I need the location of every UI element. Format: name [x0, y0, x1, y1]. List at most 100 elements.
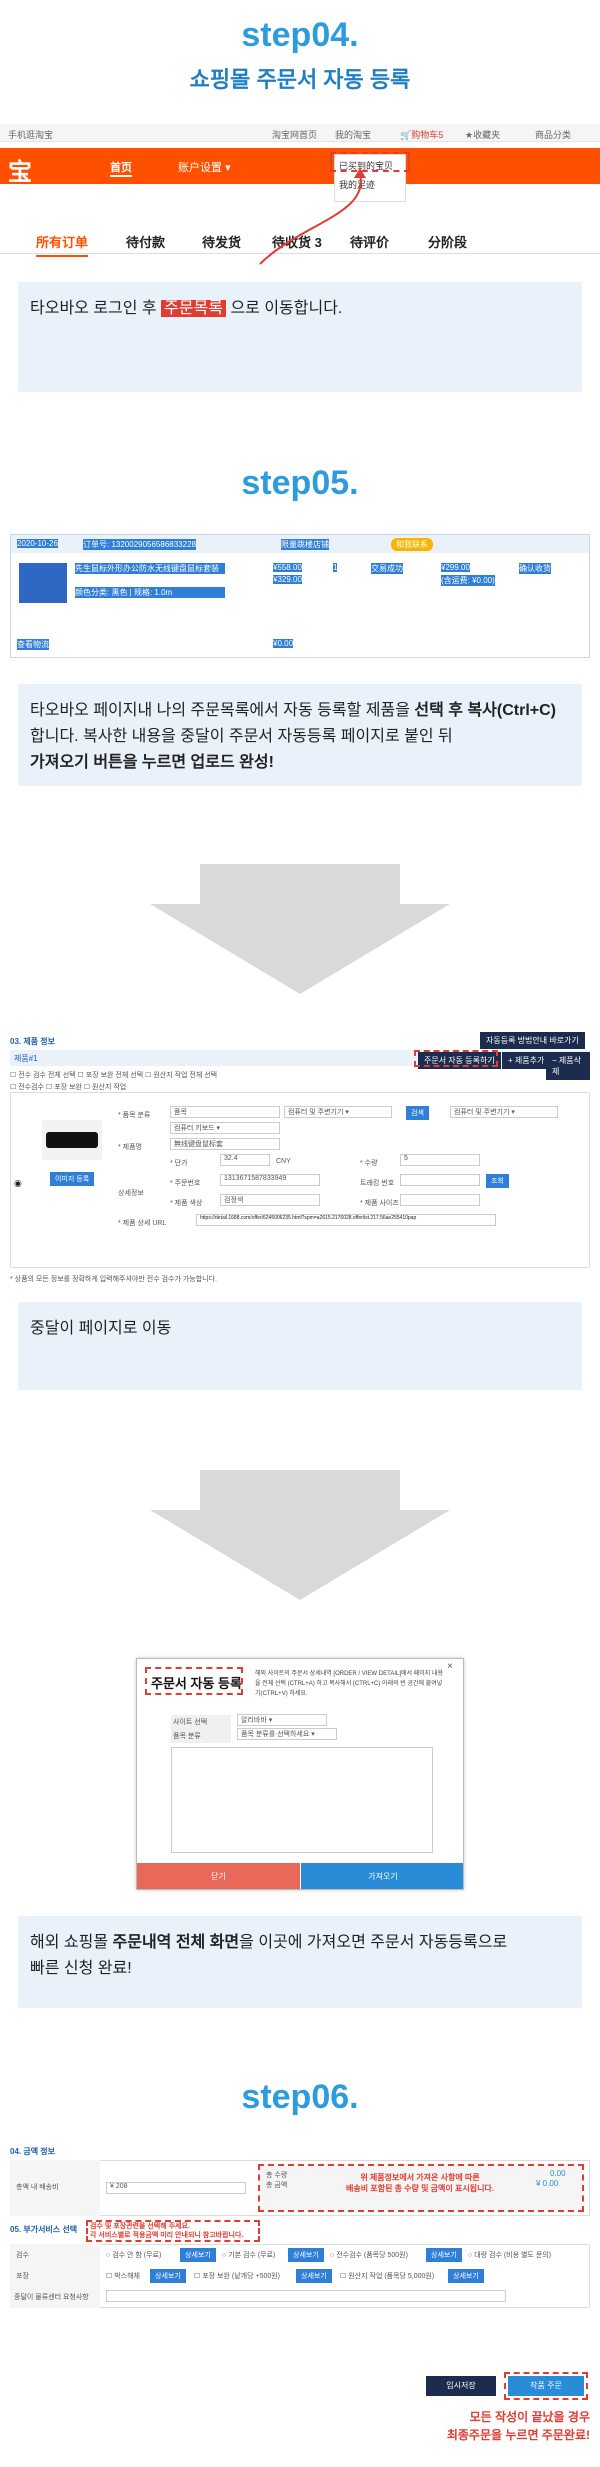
check-all-inspect[interactable]: ☐ 전수 검수 전체 선택 — [10, 1072, 76, 1079]
add-product-button[interactable]: + 제품추가 — [502, 1052, 551, 1069]
detail-button-2[interactable]: 상세보기 — [288, 2248, 324, 2262]
total-shipping-field[interactable]: ¥ 208 — [106, 2182, 246, 2194]
detail-button-6[interactable]: 상세보기 — [448, 2269, 484, 2283]
order-total: ¥299.00 — [441, 563, 470, 572]
temp-save-button[interactable]: 임시저장 — [426, 2376, 496, 2396]
opt-inspect-bulk[interactable]: ○ 대량 검수 (비용 별도 문의) — [468, 2250, 551, 2260]
product-form-screenshot: 03. 제품 정보 자동등록 방법안내 바로가기 제품#1 주문서 자동 등록하… — [10, 1030, 590, 1296]
taobao-topbar: 手机逛淘宝 淘宝网首页 我的淘宝 🛒购物车5 ★收藏夹 商品分类 — [0, 124, 600, 142]
topbar-categories[interactable]: 商品分类 — [535, 128, 571, 141]
star-icon: ★ — [465, 130, 474, 140]
site-select[interactable]: 알리바바 ▾ — [237, 1714, 327, 1726]
category-select-2[interactable]: 컴퓨터 및 주변기기 ▾ — [450, 1106, 558, 1118]
item-qty: 1 — [333, 563, 338, 572]
detail-button-1[interactable]: 상세보기 — [180, 2248, 216, 2262]
order-list-screenshot: 2020-10-26 订单号: 1320029056586833228 限量跳楼… — [10, 534, 590, 658]
opt-inspect-basic[interactable]: ○ 기본 검수 (무료) — [222, 2250, 275, 2260]
delete-product-button[interactable]: − 제품삭제 — [546, 1052, 590, 1080]
paste-textarea[interactable] — [171, 1747, 433, 1853]
order-status[interactable]: 交易成功 — [371, 563, 403, 574]
tab-unpaid[interactable]: 待付款 — [126, 232, 165, 251]
tab-all-orders[interactable]: 所有订单 — [36, 232, 89, 257]
caption-text-end: 으로 이동합니다. — [226, 300, 343, 317]
order-footer-left[interactable]: 查看物流 — [17, 639, 49, 650]
check-all-pack[interactable]: ☐ 포장 보완 전체 선택 — [78, 1072, 144, 1079]
size-field[interactable] — [400, 1194, 480, 1206]
opt-pack-unbox[interactable]: ☐ 박스해체 — [106, 2271, 140, 2281]
order-shop[interactable]: 限量跳楼店铺 — [281, 539, 329, 550]
opt-pack-origin[interactable]: ☐ 원산지 작업 (품목당 5,000원) — [340, 2271, 434, 2281]
auto-register-modal: × 주문서 자동 등록 해외 사이트의 주문서 상세내역 [ORDER / VI… — [136, 1658, 464, 1890]
nav-account[interactable]: 账户设置 ▾ — [178, 159, 231, 175]
tab-unshipped[interactable]: 待发货 — [202, 232, 241, 251]
row-memo-label: 중달이 물류센터 요청사항 — [10, 2286, 100, 2308]
detail-button-4[interactable]: 상세보기 — [150, 2269, 186, 2283]
taobao-logo[interactable]: 宝 — [8, 152, 32, 187]
caption-line1: 타오바오 페이지내 나의 주문목록에서 자동 등록할 제품을 — [30, 702, 415, 719]
caption-line2: 합니다. 복사한 내용을 중달이 주문서 자동등록 페이지로 붙인 뒤 — [30, 728, 453, 745]
detail-button-5[interactable]: 상세보기 — [296, 2269, 332, 2283]
image-register-button[interactable]: 이미지 등록 — [50, 1172, 95, 1186]
sum-red-note-line1: 위 제품정보에서 가져온 사항에 따른 — [360, 2173, 480, 2182]
modal-caption-pre: 해외 쇼핑몰 — [30, 1934, 113, 1951]
chevron-down-icon: ▾ — [268, 1717, 273, 1724]
order-number-field[interactable]: 1313671587833949 — [220, 1174, 320, 1186]
category-search-button[interactable]: 검색 — [406, 1106, 429, 1120]
taobao-screenshot: 手机逛淘宝 淘宝网首页 我的淘宝 🛒购物车5 ★收藏夹 商品分类 宝 首页 账户… — [0, 124, 600, 272]
check-inspect[interactable]: ☐ 전수검수 — [10, 1084, 44, 1091]
guide-button[interactable]: 자동등록 방법안내 바로가기 — [480, 1032, 585, 1049]
memo-field[interactable] — [106, 2290, 506, 2302]
label-product-name: * 제품명 — [118, 1144, 142, 1151]
url-field[interactable]: https://detail.1688.com/offer/6245006235… — [196, 1214, 496, 1226]
modal-import-button[interactable]: 가져오기 — [301, 1863, 463, 1889]
chevron-down-icon: ▾ — [216, 1125, 221, 1132]
color-field[interactable]: 검정색 — [220, 1194, 320, 1206]
order-actions[interactable]: 确认收货 — [519, 563, 551, 574]
step05-caption: 타오바오 페이지내 나의 주문목록에서 자동 등록할 제품을 선택 후 복사(C… — [18, 684, 582, 786]
modal-caption-bold: 주문내역 전체 화면 — [112, 1934, 240, 1951]
bottom-note: 모든 작성이 끝났을 경우 최종주문을 누르면 주문완료! — [390, 2408, 590, 2444]
step04-caption: 타오바오 로그인 후 주문목록 으로 이동합니다. — [18, 282, 582, 392]
product-name-field[interactable]: 無线键盘鼠标套 — [170, 1138, 280, 1150]
qty-field[interactable]: 5 — [400, 1154, 480, 1166]
section-product-info: 03. 제품 정보 — [10, 1037, 56, 1046]
form1-caption: 중달이 페이지로 이동 — [18, 1302, 582, 1390]
topbar-cart[interactable]: 🛒购物车5 — [400, 128, 443, 141]
label-category: * 품목 분류 — [118, 1112, 151, 1119]
step05-title: step05. — [241, 464, 359, 502]
highlight-service — [86, 2220, 260, 2242]
tracking-lookup-button[interactable]: 조회 — [486, 1174, 509, 1188]
highlight-modal-title — [145, 1667, 243, 1695]
order-header: 2020-10-26 订单号: 1320029056586833228 限量跳楼… — [11, 535, 589, 553]
opt-pack-reinforce[interactable]: ☐ 포장 보완 (낱개당 +500원) — [194, 2271, 280, 2281]
item-name[interactable]: 先生鼠标外形办公防水无线键盘鼠标套装 — [75, 563, 225, 574]
price-field[interactable]: 32.4 — [220, 1154, 270, 1166]
highlight-submit — [504, 2372, 588, 2400]
close-icon[interactable]: × — [447, 1661, 453, 1672]
contact-badge[interactable]: 和我联系 — [391, 538, 433, 551]
check-all-origin[interactable]: ☐ 원산지 작업 전체 선택 — [145, 1072, 217, 1079]
category-select[interactable]: 품목 분류를 선택하세요 ▾ — [237, 1728, 337, 1740]
down-arrow-icon-2 — [150, 1470, 450, 1600]
label-url: * 제품 상세 URL — [118, 1220, 167, 1227]
item-thumbnail — [19, 563, 67, 603]
opt-inspect-full[interactable]: ○ 전수검수 (품목당 500원) — [330, 2250, 408, 2260]
topbar-home[interactable]: 淘宝网首页 — [272, 128, 317, 141]
currency-label: CNY — [276, 1158, 291, 1165]
category-select-1[interactable]: 컴퓨터 및 주변기기 ▾ — [284, 1106, 392, 1118]
subcategory-select[interactable]: 컴퓨터 키보드 ▾ — [170, 1122, 280, 1134]
check-origin[interactable]: ☐ 원산지 작업 — [84, 1084, 126, 1091]
nav-home[interactable]: 首页 — [110, 159, 132, 177]
modal-close-button[interactable]: 닫기 — [137, 1863, 300, 1889]
row-radio-icon[interactable]: ◉ — [14, 1178, 22, 1189]
check-pack[interactable]: ☐ 포장 보완 — [46, 1084, 82, 1091]
topbar-mytaobao[interactable]: 我的淘宝 — [335, 128, 371, 141]
detail-button-3[interactable]: 상세보기 — [426, 2248, 462, 2262]
topbar-site[interactable]: 手机逛淘宝 — [8, 128, 53, 141]
tab-stages[interactable]: 分阶段 — [428, 232, 467, 251]
tracking-field[interactable] — [400, 1174, 480, 1186]
section-service: 05. 부가서비스 선택 — [10, 2225, 78, 2234]
topbar-favorites[interactable]: ★收藏夹 — [465, 128, 500, 141]
category-field[interactable]: 품목 — [170, 1106, 280, 1118]
opt-inspect-none[interactable]: ○ 검수 안 함 (무료) — [106, 2250, 161, 2260]
